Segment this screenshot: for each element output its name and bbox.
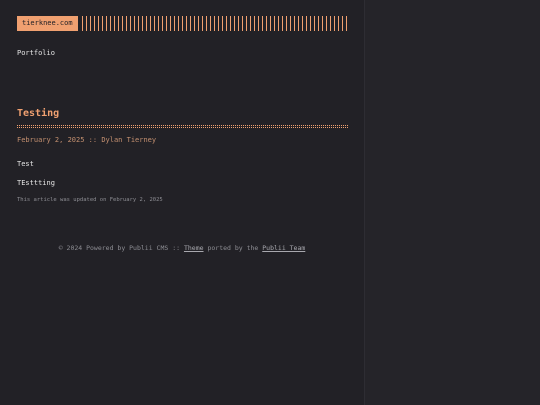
site-logo-link[interactable]: tierknee.com (17, 16, 78, 31)
post-body-line-1: Test (17, 160, 34, 168)
footer-theme-link[interactable]: Theme (184, 244, 204, 252)
footer-middle: ported by the (207, 244, 259, 252)
post-body-line-2: TEsttting (17, 179, 55, 187)
meta-separator: :: (88, 136, 98, 144)
main-container: tierknee.com Portfolio Testing February … (17, 16, 348, 203)
post-title: Testing (17, 108, 60, 119)
site-header: tierknee.com (17, 16, 348, 31)
post-author: Dylan Tierney (101, 136, 157, 144)
site-footer: © 2024 Powered by Publii CMS :: Theme po… (0, 244, 364, 252)
footer-team-link[interactable]: Publii Team (262, 244, 305, 252)
nav-item-portfolio[interactable]: Portfolio (17, 49, 55, 57)
post-date: February 2, 2025 (17, 136, 85, 144)
right-pane (364, 0, 540, 405)
updated-note: This article was updated on February 2, … (17, 197, 163, 203)
footer-prefix: © 2024 Powered by Publii CMS :: (58, 244, 181, 252)
title-rule (17, 125, 348, 128)
page: tierknee.com Portfolio Testing February … (0, 0, 540, 405)
header-rule (81, 16, 348, 31)
post-meta: February 2, 2025 :: Dylan Tierney (17, 136, 348, 144)
main-nav: Portfolio (17, 40, 348, 59)
